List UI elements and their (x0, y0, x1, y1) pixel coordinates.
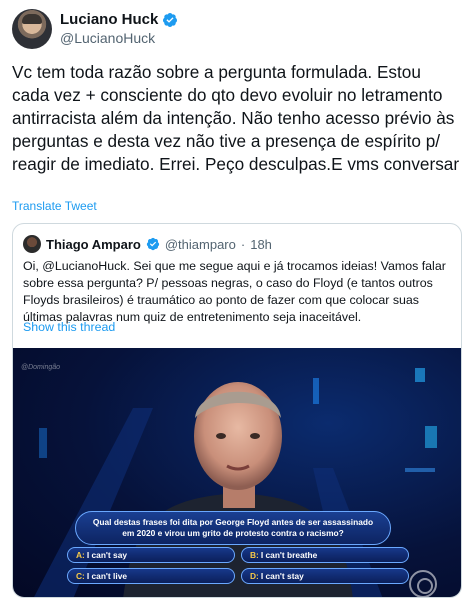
tv-watermark: @Domingão (21, 364, 61, 371)
quiz-answer-b: B: I can't breathe (241, 547, 409, 563)
answer-text: I can't live (86, 571, 128, 581)
quiz-question-line-1: Qual destas frases foi dita por George F… (92, 517, 374, 527)
quoted-author-handle[interactable]: @thiamparo (165, 237, 236, 252)
answer-letter: B: (250, 550, 259, 560)
quoted-author-avatar[interactable] (23, 235, 41, 253)
quoted-timestamp[interactable]: 18h (250, 237, 272, 252)
quoted-author-name[interactable]: Thiago Amparo (46, 237, 141, 252)
answer-letter: C: (76, 571, 85, 581)
show-thread-link[interactable]: Show this thread (23, 320, 115, 334)
translate-tweet-link[interactable]: Translate Tweet (12, 199, 97, 213)
verified-badge-icon (163, 12, 178, 27)
tv-network-logo-icon (409, 570, 437, 597)
quoted-tweet-text: Oi, @LucianoHuck. Sei que me segue aqui … (23, 259, 446, 324)
author-avatar[interactable] (12, 9, 52, 49)
answer-letter: D: (250, 571, 259, 581)
answer-text: I can't say (86, 550, 128, 560)
quiz-question-banner: Qual destas frases foi dita por George F… (75, 511, 391, 545)
quiz-answer-c: C: I can't live (67, 568, 235, 584)
answer-text: I can't stay (260, 571, 304, 581)
author-handle[interactable]: @LucianoHuck (60, 30, 155, 46)
quiz-answer-a: A: I can't say (67, 547, 235, 563)
separator-dot: · (240, 236, 246, 252)
tweet-text: Vc tem toda razão sobre a pergunta formu… (12, 62, 460, 174)
quoted-tweet-image[interactable]: @Domingão Qual destas frases foi dita po… (13, 348, 461, 597)
quoted-tweet-header: Thiago Amparo @thiamparo · 18h (23, 234, 272, 254)
quiz-answer-d: D: I can't stay (241, 568, 409, 584)
answer-text: I can't breathe (260, 550, 318, 560)
answer-letter: A: (76, 550, 85, 560)
quiz-question-line-2: em 2020 e virou um grito de protesto con… (122, 528, 344, 538)
verified-badge-icon (146, 237, 159, 251)
quoted-tweet[interactable]: Thiago Amparo @thiamparo · 18h Oi, @Luci… (12, 223, 462, 598)
tweet-author: Luciano Huck @LucianoHuck (12, 9, 460, 49)
author-name[interactable]: Luciano Huck (60, 11, 158, 28)
